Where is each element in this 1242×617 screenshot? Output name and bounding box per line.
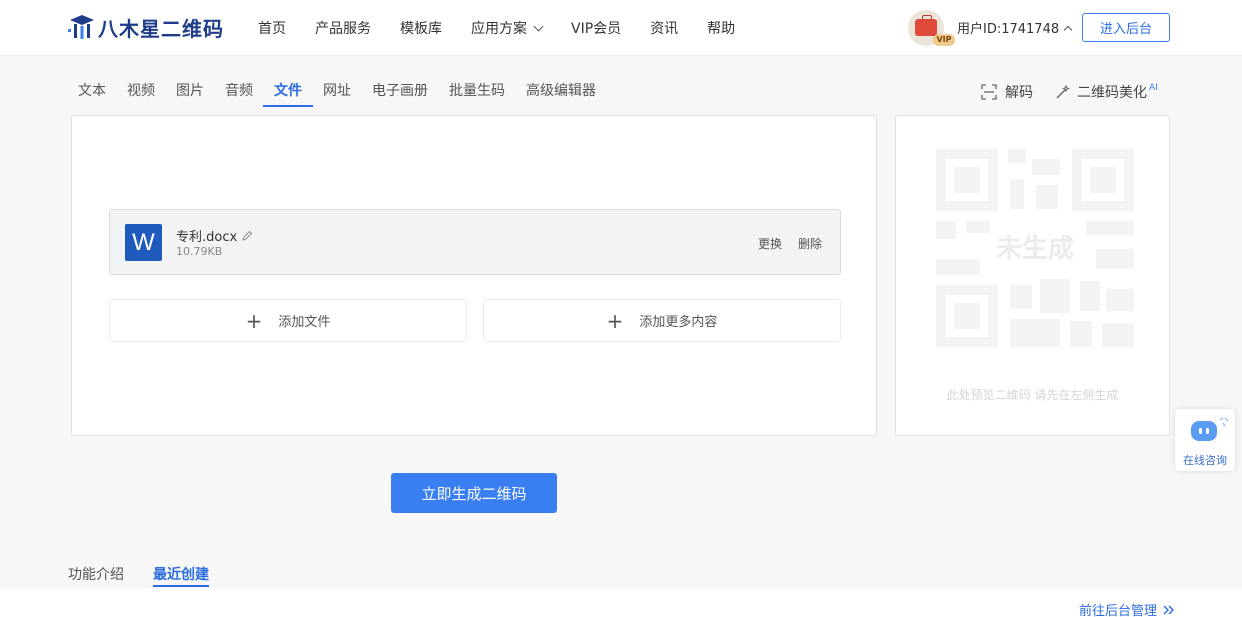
beautify-label: 二维码美化 [1077,85,1147,101]
tab-url[interactable]: 网址 [323,80,351,106]
tab-ebook[interactable]: 电子画册 [372,80,428,106]
uploaded-file-card: W 专利.docx 10.79KB 更换 删除 [109,209,841,275]
word-document-icon: W [125,224,162,261]
bottom-tabs: 功能介绍 最近创建 [68,564,238,587]
online-consult-widget[interactable]: 在线咨询 [1175,409,1235,471]
site-logo[interactable]: 八木星二维码 [68,12,224,42]
plus-icon: + [245,308,263,333]
nav-products[interactable]: 产品服务 [315,18,371,38]
nav-templates[interactable]: 模板库 [400,18,442,38]
beautify-button[interactable]: 二维码美化 AI [1055,82,1158,102]
nav-help[interactable]: 帮助 [707,18,735,38]
add-more-label: 添加更多内容 [639,315,718,330]
edit-pencil-icon[interactable] [241,230,253,242]
nav-solutions[interactable]: 应用方案 [471,18,544,38]
tab-text[interactable]: 文本 [78,80,106,106]
main-nav: 首页 产品服务 模板库 应用方案 VIP会员 资讯 帮助 [258,0,764,56]
plus-icon: + [606,308,624,333]
tab-recent-created[interactable]: 最近创建 [153,564,209,587]
sparkle-icon [1219,417,1229,427]
file-size: 10.79KB [176,245,223,258]
recent-list-area [0,588,1242,617]
add-file-label: 添加文件 [278,315,331,330]
tab-batch[interactable]: 批量生码 [449,80,505,106]
vip-badge: VIP [933,34,955,46]
manage-link-label: 前往后台管理 [1079,604,1158,617]
ai-badge: AI [1149,83,1158,93]
nav-solutions-label: 应用方案 [471,21,527,37]
logo-icon [68,15,94,39]
decode-button[interactable]: 解码 [981,82,1033,102]
qr-preview-panel: 未生成 此处预览二维码 请先在左侧生成 [895,115,1170,436]
nav-vip[interactable]: VIP会员 [571,18,621,38]
add-more-content-button[interactable]: + 添加更多内容 [483,299,841,342]
chat-label: 在线咨询 [1183,454,1227,467]
file-editor-panel: W 专利.docx 10.79KB 更换 删除 + 添加文件 + 添加更多内容 [71,115,877,436]
add-file-button[interactable]: + 添加文件 [109,299,467,342]
content-type-tabs: 文本 视频 图片 音频 文件 网址 电子画册 批量生码 高级编辑器 [78,80,617,108]
top-header: 八木星二维码 首页 产品服务 模板库 应用方案 VIP会员 资讯 帮助 VIP … [0,0,1242,56]
chevron-up-icon [1063,25,1073,34]
logo-text: 八木星二维码 [98,16,224,41]
tab-audio[interactable]: 音频 [225,80,253,106]
delete-file-button[interactable]: 删除 [798,235,822,252]
tab-video[interactable]: 视频 [127,80,155,106]
briefcase-icon [915,15,937,36]
qr-placeholder-image: 未生成 [936,149,1134,347]
enter-dashboard-button[interactable]: 进入后台 [1082,13,1170,42]
magic-wand-icon [1056,84,1070,98]
tab-file[interactable]: 文件 [263,80,313,107]
user-id-menu[interactable]: 用户ID:1741748 [957,18,1073,37]
tab-image[interactable]: 图片 [176,80,204,106]
avatar[interactable]: VIP [908,10,955,46]
qr-ghost-text: 未生成 [996,234,1074,264]
replace-file-button[interactable]: 更换 [758,235,782,252]
tab-advanced-editor[interactable]: 高级编辑器 [526,80,596,106]
chat-bot-icon [1191,421,1217,441]
nav-home[interactable]: 首页 [258,18,286,38]
tab-feature-intro[interactable]: 功能介绍 [68,564,124,586]
double-chevron-right-icon [1163,605,1175,614]
decode-label: 解码 [1005,85,1033,101]
scan-icon [981,84,997,100]
file-name: 专利.docx [176,230,238,245]
preview-hint: 此处预览二维码 请先在左侧生成 [946,388,1119,402]
chevron-down-icon [533,21,544,31]
go-to-dashboard-link[interactable]: 前往后台管理 [1079,600,1175,617]
nav-news[interactable]: 资讯 [650,18,678,38]
generate-qr-button[interactable]: 立即生成二维码 [391,473,557,513]
file-name-row: 专利.docx [176,226,253,245]
user-id-label: 用户ID:1741748 [957,22,1060,37]
